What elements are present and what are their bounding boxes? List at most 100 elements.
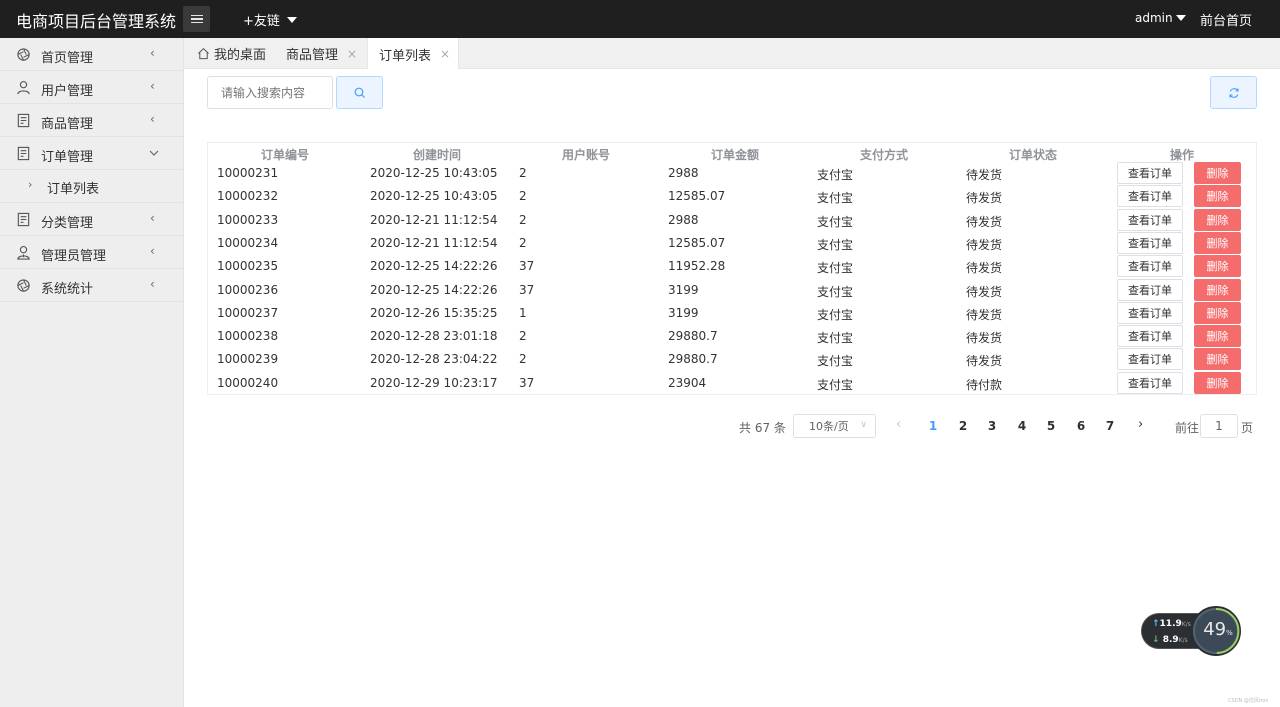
- table-cell: 2020-12-28 23:04:22: [370, 352, 498, 367]
- upload-value: 11.9: [1159, 619, 1182, 629]
- tab-label: 订单列表: [379, 48, 432, 64]
- tab-desktop[interactable]: 我的桌面: [197, 38, 266, 69]
- chevron-left-icon: ‹: [150, 244, 155, 258]
- view-order-button[interactable]: 查看订单: [1117, 231, 1183, 254]
- table-cell: 待发货: [966, 307, 1003, 322]
- table-cell: 待发货: [966, 331, 1003, 346]
- view-order-button[interactable]: 查看订单: [1117, 208, 1183, 231]
- view-order-button[interactable]: 查看订单: [1117, 371, 1183, 394]
- delete-button[interactable]: 删除: [1194, 255, 1241, 278]
- table-cell: 2020-12-25 10:43:05: [370, 166, 498, 180]
- page-number[interactable]: 6: [1073, 419, 1089, 433]
- delete-button[interactable]: 删除: [1194, 162, 1241, 184]
- network-speed-widget[interactable]: ↑11.9K/s ↓ 8.9K/s 49%: [1141, 606, 1242, 656]
- table-row: 10000233 2020-12-21 11:12:54 2 2988 支付宝 待发货 查看…: [208, 208, 1258, 232]
- speed-unit: K/s: [1178, 637, 1188, 644]
- table-cell: 10000235: [217, 259, 279, 274]
- close-icon[interactable]: ×: [440, 47, 450, 61]
- page-number[interactable]: 3: [984, 419, 1000, 433]
- sidebar-subitem-order-list[interactable]: › 订单列表: [0, 170, 183, 203]
- sidebar-item-categories[interactable]: 分类管理 ‹: [0, 203, 183, 236]
- table-cell: 2: [519, 166, 527, 180]
- delete-button[interactable]: 删除: [1194, 231, 1241, 254]
- close-icon[interactable]: ×: [347, 47, 357, 61]
- goto-page-input[interactable]: 1: [1200, 414, 1238, 438]
- view-order-button[interactable]: 查看订单: [1117, 301, 1183, 324]
- tab-products[interactable]: 商品管理 ×: [286, 38, 357, 69]
- page-number[interactable]: 5: [1043, 419, 1059, 433]
- table-cell: 10000231: [217, 166, 279, 180]
- app-title: 电商项目后台管理系统: [16, 12, 177, 31]
- user-name: admin: [1135, 11, 1173, 25]
- delete-button[interactable]: 删除: [1194, 325, 1241, 348]
- view-order-button[interactable]: 查看订单: [1117, 185, 1183, 208]
- search-button[interactable]: [336, 76, 383, 109]
- aperture-icon: [17, 279, 30, 292]
- table-cell: 10000232: [217, 189, 279, 204]
- tab-order-list[interactable]: 订单列表 ×: [367, 38, 459, 70]
- sidebar-item-label: 系统统计: [41, 282, 94, 297]
- table-cell: 2020-12-21 11:12:54: [370, 235, 498, 250]
- view-order-button[interactable]: 查看订单: [1117, 162, 1183, 184]
- view-order-button[interactable]: 查看订单: [1117, 278, 1183, 301]
- view-order-button[interactable]: 查看订单: [1117, 255, 1183, 278]
- delete-button[interactable]: 删除: [1194, 278, 1241, 301]
- delete-button[interactable]: 删除: [1194, 348, 1241, 371]
- sidebar-item-label: 订单管理: [41, 150, 94, 165]
- list-icon: [190, 14, 203, 24]
- view-order-button[interactable]: 查看订单: [1117, 348, 1183, 371]
- table-cell: 2: [519, 212, 527, 227]
- home-icon: [198, 47, 209, 60]
- prev-page-button[interactable]: ‹: [896, 417, 901, 432]
- percent-value: 49: [1203, 619, 1227, 640]
- table-cell: 支付宝: [817, 214, 854, 229]
- table-cell: 支付宝: [817, 354, 854, 369]
- table-cell: 2020-12-26 15:35:25: [370, 305, 498, 320]
- friend-links-dropdown[interactable]: +友链: [243, 10, 297, 29]
- delete-button[interactable]: 删除: [1194, 185, 1241, 208]
- table-cell: 2: [519, 329, 527, 344]
- menu-toggle-button[interactable]: [183, 6, 210, 32]
- table-cell: 2020-12-25 10:43:05: [370, 189, 498, 204]
- column-header: 订单编号: [260, 148, 309, 162]
- table-cell: 待发货: [966, 284, 1003, 299]
- front-home-link[interactable]: 前台首页: [1200, 10, 1252, 29]
- page-number[interactable]: 7: [1102, 419, 1118, 433]
- table-cell: 待发货: [966, 168, 1003, 182]
- sidebar-item-orders[interactable]: 订单管理: [0, 137, 183, 170]
- chevron-left-icon: ‹: [150, 79, 155, 93]
- table-cell: 12585.07: [668, 235, 726, 250]
- delete-button[interactable]: 删除: [1194, 208, 1241, 231]
- delete-button[interactable]: 删除: [1194, 301, 1241, 324]
- page-number[interactable]: 1: [925, 419, 941, 433]
- table-cell: 2988: [668, 166, 699, 180]
- table-cell: 1: [519, 305, 527, 320]
- sidebar-item-users[interactable]: 用户管理 ‹: [0, 71, 183, 104]
- chevron-down-icon: [149, 150, 159, 156]
- table-cell: 10000237: [217, 305, 279, 320]
- page-number[interactable]: 4: [1014, 419, 1030, 433]
- view-order-button[interactable]: 查看订单: [1117, 325, 1183, 348]
- table-cell: 37: [519, 282, 535, 297]
- user-menu[interactable]: admin: [1135, 11, 1186, 25]
- sidebar-item-home[interactable]: 首页管理 ‹: [0, 38, 183, 71]
- sidebar-item-label: 管理员管理: [41, 249, 107, 264]
- search-input[interactable]: [207, 76, 333, 109]
- chevron-down-icon: ∨: [860, 420, 867, 430]
- delete-button[interactable]: 删除: [1194, 371, 1241, 394]
- column-header: 用户账号: [561, 148, 610, 162]
- sidebar-item-products[interactable]: 商品管理 ‹: [0, 104, 183, 137]
- refresh-button[interactable]: [1210, 76, 1257, 109]
- goto-label: 前往: [1175, 421, 1200, 435]
- arrow-up-icon: ↑: [1152, 619, 1160, 629]
- next-page-button[interactable]: ›: [1138, 417, 1143, 432]
- table-cell: 10000234: [217, 235, 279, 250]
- table-cell: 支付宝: [817, 307, 854, 322]
- sidebar-item-admins[interactable]: 管理员管理 ‹: [0, 236, 183, 269]
- arrow-down-icon: ↓: [1152, 635, 1160, 645]
- page-size-select[interactable]: 10条/页 ∨: [793, 414, 876, 438]
- sidebar-item-statistics[interactable]: 系统统计 ‹: [0, 269, 183, 302]
- page-number[interactable]: 2: [955, 419, 971, 433]
- table-cell: 2020-12-28 23:01:18: [370, 329, 498, 344]
- refresh-icon: [1228, 87, 1239, 98]
